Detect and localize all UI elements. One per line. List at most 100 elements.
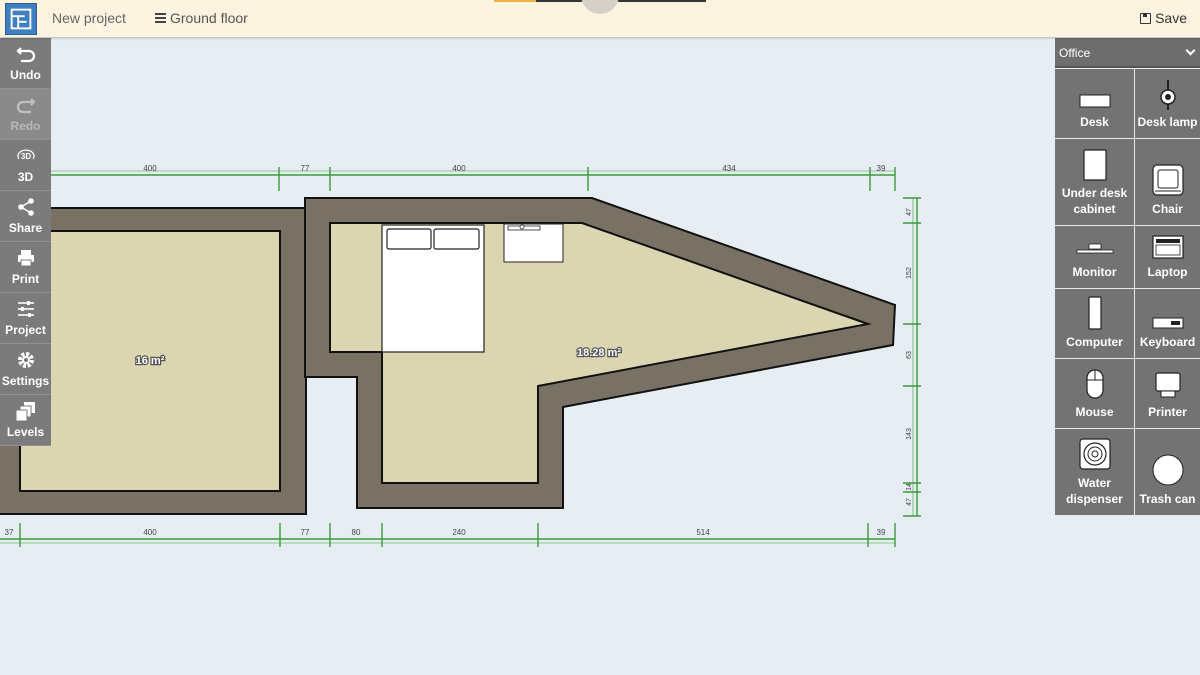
undo-icon — [15, 47, 35, 63]
furniture-grid: Desk Desk lamp Under desk cabinet Chair … — [1055, 69, 1200, 515]
top-dim-label: 400 — [143, 164, 157, 173]
top-accent-bar — [494, 0, 536, 2]
share-icon — [17, 198, 34, 216]
project-name[interactable]: New project — [52, 10, 126, 26]
redo-label: Redo — [10, 119, 41, 133]
furniture-item-label: Desk lamp — [1137, 115, 1198, 129]
laptop-icon — [1151, 235, 1184, 259]
print-label: Print — [11, 272, 40, 286]
computer-icon — [1087, 296, 1102, 330]
room-2-area: 18.28 m² — [577, 347, 621, 359]
top-bar: New project Ground floor Save — [0, 0, 1200, 37]
bottom-dim-label: 37 — [5, 528, 14, 537]
bottom-dim-label: 39 — [877, 528, 886, 537]
desk-lamp-icon — [1159, 80, 1176, 110]
share-label: Share — [8, 221, 43, 235]
sliders-icon — [17, 301, 34, 317]
save-button[interactable]: Save — [1140, 10, 1187, 26]
room-1-area: 16 m² — [136, 355, 165, 367]
monitor-icon — [1076, 243, 1113, 254]
svg-text:3D: 3D — [20, 152, 30, 161]
top-dim-label: 39 — [877, 164, 886, 173]
furniture-item-trash-can[interactable]: Trash can — [1135, 429, 1200, 515]
furniture-item-label: Desk — [1080, 115, 1109, 129]
furniture-item-desk-lamp[interactable]: Desk lamp — [1135, 69, 1200, 138]
left-toolbar: Undo Redo 3D 3D Share Print Project Sett… — [0, 38, 51, 446]
furniture-item-laptop[interactable]: Laptop — [1135, 226, 1200, 288]
furniture-item-keyboard[interactable]: Keyboard — [1135, 289, 1200, 358]
project-button[interactable]: Project — [0, 293, 51, 344]
bottom-dim-label: 77 — [301, 528, 310, 537]
furniture-item-label: Keyboard — [1139, 335, 1196, 349]
top-center-handle[interactable] — [581, 0, 619, 14]
furniture-item-label: Water dispenser — [1066, 476, 1123, 506]
furniture-item-label: Monitor — [1072, 265, 1117, 279]
settings-label: Settings — [1, 374, 50, 388]
chevron-down-icon — [1185, 45, 1196, 56]
water-dispenser-icon — [1078, 438, 1111, 470]
furniture-item-label: Chair — [1152, 202, 1183, 216]
bed[interactable] — [381, 224, 485, 353]
floor-plan-canvas[interactable]: 16 m² 18.28 m² 400 77 400 434 39 37 400 … — [0, 38, 1054, 675]
printer-icon — [17, 250, 34, 267]
sink-cabinet[interactable] — [503, 223, 564, 263]
share-button[interactable]: Share — [0, 191, 51, 242]
bottom-dim-label: 514 — [696, 528, 710, 537]
hamburger-icon — [155, 11, 166, 25]
bottom-dim-label: 80 — [352, 528, 361, 537]
furniture-item-mouse[interactable]: Mouse — [1055, 359, 1134, 428]
furniture-item-chair[interactable]: Chair — [1135, 139, 1200, 225]
right-dim-label: 47 — [906, 208, 913, 216]
chair-icon — [1151, 164, 1184, 196]
redo-icon — [16, 98, 36, 114]
3d-rotate-icon: 3D — [16, 149, 35, 161]
furniture-item-label: Printer — [1148, 405, 1187, 419]
right-dim-label: 14 — [906, 483, 913, 491]
floppy-disk-icon — [1140, 12, 1152, 24]
project-label: Project — [5, 323, 46, 337]
trash-can-icon — [1152, 454, 1183, 486]
furniture-item-label: Computer — [1066, 335, 1123, 349]
furniture-item-label: Under desk cabinet — [1061, 186, 1128, 216]
keyboard-icon — [1152, 317, 1183, 329]
category-select[interactable]: Office — [1055, 38, 1200, 68]
floor-plan-svg[interactable]: 16 m² 18.28 m² 400 77 400 434 39 37 400 … — [0, 38, 1054, 675]
right-dim-label: 152 — [906, 267, 913, 279]
print-button[interactable]: Print — [0, 242, 51, 293]
app-logo-icon[interactable] — [5, 3, 37, 35]
desk-icon — [1079, 94, 1110, 108]
top-dim-label: 434 — [722, 164, 736, 173]
layers-icon — [15, 402, 35, 422]
bottom-dim-label: 240 — [452, 528, 466, 537]
right-dim-label: 63 — [906, 351, 913, 359]
furniture-item-computer[interactable]: Computer — [1055, 289, 1134, 358]
levels-label: Levels — [6, 425, 45, 439]
3d-label: 3D — [17, 170, 34, 184]
furniture-item-desk[interactable]: Desk — [1055, 69, 1134, 138]
right-dim-label: 47 — [906, 498, 913, 506]
furniture-item-under-desk-cabinet[interactable]: Under desk cabinet — [1055, 139, 1134, 225]
furniture-item-printer[interactable]: Printer — [1135, 359, 1200, 428]
bottom-dim-label: 400 — [143, 528, 157, 537]
furniture-panel: Office Desk Desk lamp Under desk cabinet… — [1055, 38, 1200, 515]
furniture-item-label: Trash can — [1139, 492, 1196, 506]
undo-button[interactable]: Undo — [0, 38, 51, 89]
right-dim-label: 143 — [906, 428, 913, 440]
level-menu[interactable]: Ground floor — [155, 10, 248, 26]
furniture-item-monitor[interactable]: Monitor — [1055, 226, 1134, 288]
furniture-item-water-dispenser[interactable]: Water dispenser — [1055, 429, 1134, 515]
top-dim-label: 77 — [301, 164, 310, 173]
furniture-item-label: Laptop — [1147, 265, 1188, 279]
furniture-item-label: Mouse — [1075, 405, 1114, 419]
levels-button[interactable]: Levels — [0, 395, 51, 446]
category-value: Office — [1059, 46, 1091, 60]
settings-button[interactable]: Settings — [0, 344, 51, 395]
mouse-icon — [1085, 369, 1104, 399]
3d-view-button[interactable]: 3D 3D — [0, 140, 51, 191]
redo-button[interactable]: Redo — [0, 89, 51, 140]
top-dim-label: 400 — [452, 164, 466, 173]
bottom-dimension-line — [0, 523, 896, 547]
level-label: Ground floor — [170, 10, 248, 26]
gear-icon — [17, 352, 34, 368]
cabinet-icon — [1082, 149, 1107, 181]
